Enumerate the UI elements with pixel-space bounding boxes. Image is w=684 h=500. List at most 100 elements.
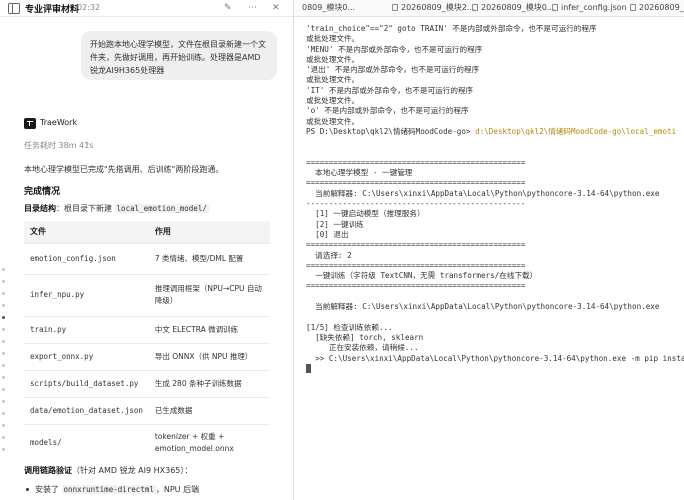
prompt-command: d:\Desktop\qkl2\情绪码MoodCode-go\local_emo… — [475, 126, 677, 136]
cursor-icon — [306, 363, 311, 373]
sidebar-toggle-icon[interactable] — [8, 3, 20, 14]
terminal-line: 或批处理文件。 — [306, 96, 360, 106]
terminal-line: [1] 一键启动模型（推理服务） — [306, 209, 425, 219]
terminal-line: 或批处理文件。 — [306, 34, 360, 44]
verify-line: 调用链路验证（针对 AMD 锐龙 AI9 HX365）： — [24, 465, 192, 476]
terminal-line: 'MENU' 不是内部或外部命令，也不是可运行的程序 — [306, 44, 483, 54]
tab-file[interactable]: 0809_模块0... — [302, 0, 356, 16]
terminal-line: ========================================… — [306, 178, 526, 188]
file-icon — [552, 4, 558, 11]
tab-file[interactable]: 20260809_模块2... — [392, 0, 475, 16]
file-desc: 推理调用框架（NPU→CPU 自动降级） — [148, 273, 270, 316]
tab-label: 20260809_模块2... — [401, 3, 475, 12]
file-name: emotion_config.json — [24, 242, 149, 274]
file-name: train.py — [24, 315, 149, 343]
chat-time: 02:32 — [77, 3, 101, 12]
bullet-suffix: ，NPU 后端 — [155, 485, 200, 494]
editor-tabbar: 0809_模块0... 20260809_模块2... 20260809_模块0… — [294, 0, 684, 17]
table-row: data/emotion_dataset.json 已生成数据 — [24, 396, 270, 424]
structure-line: 目录结构：根目录下新建 local_emotion_model/ — [24, 203, 209, 214]
result-summary: 本地心理学模型已完成"先搭调用、后训练"两阶段跑通。 — [24, 165, 224, 174]
terminal-line: ========================================… — [306, 157, 526, 167]
file-desc: 已生成数据 — [148, 396, 270, 424]
terminal-line: 正在安装依赖，请稍候... — [306, 343, 419, 353]
file-desc: 导出 ONNX（供 NPU 推理） — [148, 342, 270, 370]
file-icon — [392, 4, 398, 11]
agent-name: TraeWork — [40, 118, 78, 127]
chat-title: 专业评审材料 — [25, 5, 80, 15]
tab-file[interactable]: 20260809_模块... — [630, 0, 684, 16]
terminal-line: 当前解释器: C:\Users\xinxi\AppData\Local\Pyth… — [306, 188, 660, 198]
scroll-indicator[interactable] — [2, 268, 6, 460]
prompt-path: PS D:\Desktop\qkl2\情绪码MoodCode-go> — [306, 126, 476, 136]
close-icon[interactable]: ✕ — [272, 2, 280, 14]
table-header-desc: 作用 — [148, 221, 270, 243]
tab-file[interactable]: infer_config.json — [552, 0, 627, 16]
edit-icon[interactable]: ✎ — [224, 2, 232, 14]
file-name: scripts/build_dataset.py — [24, 369, 149, 397]
chat-header: 专业评审材料 02:32 ✎ ⋯ ✕ — [0, 0, 293, 17]
verify-text: （针对 AMD 锐龙 AI9 HX365）： — [72, 466, 193, 475]
terminal-prompt: PS D:\Desktop\qkl2\情绪码MoodCode-go> d:\De… — [306, 127, 684, 137]
terminal-line: 本地心理学模型 - 一键管理 — [306, 168, 413, 178]
table-row: emotion_config.json 7 类情绪、模型/DML 配置 — [24, 242, 270, 274]
table-row: train.py 中文 ELECTRA 微调训练 — [24, 315, 270, 343]
terminal-cursor-line — [306, 363, 684, 375]
tab-label: infer_config.json — [561, 3, 627, 12]
table-row: models/ tokenizer + 权重 + emotion_model.o… — [24, 423, 270, 462]
structure-text: ：根目录下新建 — [56, 204, 112, 213]
terminal-line: [缺失依赖] torch, sklearn — [306, 332, 424, 342]
chat-panel: 专业评审材料 02:32 ✎ ⋯ ✕ 开始跑本地心理学模型，文件在根目录新建一个… — [0, 0, 293, 500]
file-desc: 生成 280 条种子训练数据 — [148, 369, 270, 397]
file-desc: 中文 ELECTRA 微调训练 — [148, 315, 270, 343]
terminal-line: 或批处理文件。 — [306, 75, 360, 85]
terminal-line: [2] 一键训练 — [306, 219, 364, 229]
chevron-right-icon[interactable]: › — [86, 139, 89, 148]
verify-label: 调用链路验证 — [24, 466, 72, 475]
terminal-line: '退出' 不是内部或外部命令，也不是可运行的程序 — [306, 65, 480, 75]
terminal-line: 'o' 不是内部或外部命令，也不是可运行的程序 — [306, 106, 469, 116]
terminal-line: [1/5] 检查训练依赖... — [306, 322, 393, 332]
table-row: scripts/build_dataset.py 生成 280 条种子训练数据 — [24, 369, 270, 397]
file-name: infer_npu.py — [24, 273, 149, 316]
tab-label: 20260809_模块0... — [481, 3, 555, 12]
task-duration[interactable]: 任务耗时 38m 41s — [24, 140, 93, 151]
terminal-line: [0] 退出 — [306, 229, 349, 239]
terminal-line: 'train_choice"=="2" goto TRAIN' 不是内部或外部命… — [306, 24, 597, 33]
table-row: export_onnx.py 导出 ONNX（供 NPU 推理） — [24, 342, 270, 370]
structure-code: local_emotion_model/ — [114, 204, 209, 213]
file-name: data/emotion_dataset.json — [24, 396, 149, 424]
bullet-prefix: 安装了 — [35, 485, 59, 494]
terminal-line: ========================================… — [306, 260, 526, 270]
terminal-line: 'IT' 不是内部或外部命令，也不是可运行的程序 — [306, 85, 474, 95]
terminal-line: 当前解释器: C:\Users\xinxi\AppData\Local\Pyth… — [306, 302, 660, 312]
more-icon[interactable]: ⋯ — [248, 2, 257, 14]
tab-file[interactable]: 20260809_模块0... — [472, 0, 555, 16]
terminal-line: ========================================… — [306, 240, 526, 250]
tab-label: 20260809_模块... — [639, 3, 684, 12]
bullet-dot-icon — [26, 488, 29, 491]
file-icon — [472, 4, 478, 11]
terminal-line: >> C:\Users\xinxi\AppData\Local\Python\p… — [306, 353, 684, 363]
terminal-line: 或批处理文件。 — [306, 116, 360, 126]
terminal-line: ----------------------------------------… — [306, 199, 526, 209]
tab-label: 0809_模块0... — [302, 3, 356, 12]
terminal-line: 请选择: 2 — [306, 250, 352, 260]
terminal-line: 一键训练（字符级 TextCNN，无需 transformers/在线下载） — [306, 271, 538, 281]
list-item: 安装了 onnxruntime-directml ，NPU 后端 — [24, 484, 199, 495]
terminal-line: ========================================… — [306, 281, 526, 291]
bullet-code: onnxruntime-directml — [61, 485, 156, 494]
terminal-line: 或批处理文件。 — [306, 54, 360, 64]
terminal-output[interactable]: 'train_choice"=="2" goto TRAIN' 不是内部或外部命… — [306, 24, 684, 375]
terminal-panel: 0809_模块0... 20260809_模块2... 20260809_模块0… — [294, 0, 684, 500]
file-desc: tokenizer + 权重 + emotion_model.onnx — [148, 423, 270, 462]
user-message-bubble: 开始跑本地心理学模型，文件在根目录新建一个文件夹，先做好调用，再开始训练。处理器… — [81, 31, 277, 80]
file-name: models/ — [24, 423, 149, 462]
table-row: infer_npu.py 推理调用框架（NPU→CPU 自动降级） — [24, 273, 270, 316]
file-icon — [630, 4, 636, 11]
section-title: 完成情况 — [24, 187, 61, 197]
